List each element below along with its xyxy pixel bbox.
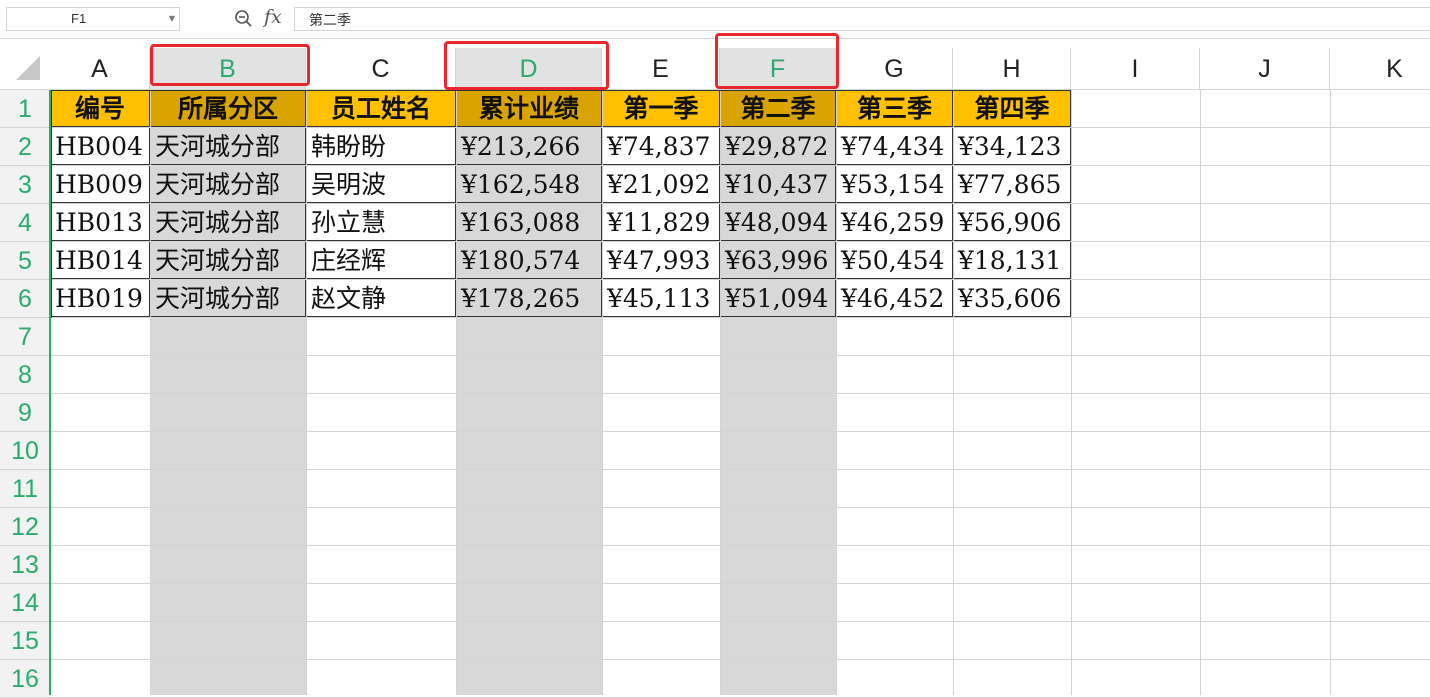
gridline-horizontal: [50, 583, 1430, 584]
header-cell[interactable]: 第三季: [837, 91, 953, 127]
gridline-horizontal: [50, 545, 1430, 546]
table-cell[interactable]: ¥163,088: [457, 204, 602, 241]
row-header-12[interactable]: 12: [0, 508, 50, 546]
table-cell[interactable]: HB004: [51, 128, 150, 165]
column-header-e[interactable]: E: [602, 48, 720, 90]
table-cell[interactable]: ¥48,094: [721, 204, 836, 241]
spreadsheet-grid: A B C D E F G H I J K 1 2 3 4 5 6 7 8 9 10 11 12 13 14 15 16 编号 所属分区…: [0, 0, 1430, 698]
gridline-horizontal: [50, 317, 1430, 318]
select-all-triangle-icon[interactable]: [16, 56, 40, 80]
gridline-horizontal: [50, 393, 1430, 394]
row-header-11[interactable]: 11: [0, 470, 50, 508]
row-header-2[interactable]: 2: [0, 128, 50, 166]
row-header-3[interactable]: 3: [0, 166, 50, 204]
header-cell[interactable]: 员工姓名: [307, 91, 456, 127]
header-cell[interactable]: 第一季: [603, 91, 720, 127]
table-cell[interactable]: ¥35,606: [954, 280, 1071, 317]
table-cell[interactable]: 天河城分部: [151, 204, 306, 241]
row-header-14[interactable]: 14: [0, 584, 50, 622]
table-cell[interactable]: ¥53,154: [837, 166, 953, 203]
row-header-6[interactable]: 6: [0, 280, 50, 318]
highlight-box-column-d: [444, 41, 609, 90]
table-cell[interactable]: HB014: [51, 242, 150, 279]
column-header-a[interactable]: A: [50, 48, 150, 90]
table-cell[interactable]: ¥162,548: [457, 166, 602, 203]
table-cell[interactable]: ¥46,452: [837, 280, 953, 317]
table-cell[interactable]: ¥178,265: [457, 280, 602, 317]
table-cell[interactable]: 庄经辉: [307, 242, 456, 279]
table-left-border: [51, 90, 52, 318]
table-cell[interactable]: 孙立慧: [307, 204, 456, 241]
table-cell[interactable]: ¥11,829: [603, 204, 720, 241]
row-header-4[interactable]: 4: [0, 204, 50, 242]
table-cell[interactable]: 天河城分部: [151, 166, 306, 203]
row-header-16[interactable]: 16: [0, 660, 50, 698]
header-cell[interactable]: 累计业绩: [457, 91, 602, 127]
header-cell[interactable]: 所属分区: [151, 91, 306, 127]
row-header-10[interactable]: 10: [0, 432, 50, 470]
column-header-c[interactable]: C: [306, 48, 456, 90]
table-cell[interactable]: ¥50,454: [837, 242, 953, 279]
column-header-j[interactable]: J: [1200, 48, 1330, 90]
table-cell[interactable]: 天河城分部: [151, 242, 306, 279]
table-cell[interactable]: 赵文静: [307, 280, 456, 317]
table-cell[interactable]: HB019: [51, 280, 150, 317]
table-cell[interactable]: ¥51,094: [721, 280, 836, 317]
table-cell[interactable]: ¥180,574: [457, 242, 602, 279]
gridline-horizontal: [50, 469, 1430, 470]
gridline-horizontal: [50, 621, 1430, 622]
table-cell[interactable]: 吴明波: [307, 166, 456, 203]
table-cell[interactable]: HB013: [51, 204, 150, 241]
gridline-horizontal: [50, 355, 1430, 356]
gridline-horizontal: [50, 431, 1430, 432]
table-cell[interactable]: ¥45,113: [603, 280, 720, 317]
row-header-15[interactable]: 15: [0, 622, 50, 660]
table-cell[interactable]: ¥74,837: [603, 128, 720, 165]
highlight-box-column-b: [150, 44, 310, 86]
highlight-box-column-f: [715, 33, 839, 89]
table-cell[interactable]: 天河城分部: [151, 128, 306, 165]
table-cell[interactable]: ¥46,259: [837, 204, 953, 241]
table-cell[interactable]: HB009: [51, 166, 150, 203]
table-cell[interactable]: 韩盼盼: [307, 128, 456, 165]
row-header-9[interactable]: 9: [0, 394, 50, 432]
column-header-g[interactable]: G: [836, 48, 953, 90]
header-cell[interactable]: 第四季: [954, 91, 1071, 127]
table-cell[interactable]: ¥29,872: [721, 128, 836, 165]
table-cell[interactable]: ¥21,092: [603, 166, 720, 203]
gridline-horizontal: [50, 507, 1430, 508]
table-cell[interactable]: ¥18,131: [954, 242, 1071, 279]
header-cell[interactable]: 编号: [51, 91, 150, 127]
table-cell[interactable]: ¥74,434: [837, 128, 953, 165]
table-cell[interactable]: ¥56,906: [954, 204, 1071, 241]
row-header-13[interactable]: 13: [0, 546, 50, 584]
row-header-7[interactable]: 7: [0, 318, 50, 356]
gridline-horizontal: [50, 659, 1430, 660]
table-cell[interactable]: ¥47,993: [603, 242, 720, 279]
row-header-1[interactable]: 1: [0, 90, 50, 128]
column-header-i[interactable]: I: [1071, 48, 1200, 90]
column-header-k[interactable]: K: [1330, 48, 1430, 90]
row-header-5[interactable]: 5: [0, 242, 50, 280]
table-cell[interactable]: ¥34,123: [954, 128, 1071, 165]
row-header-8[interactable]: 8: [0, 356, 50, 394]
table-cell[interactable]: ¥63,996: [721, 242, 836, 279]
table-top-border: [51, 90, 1071, 91]
column-header-h[interactable]: H: [953, 48, 1071, 90]
table-cell[interactable]: ¥10,437: [721, 166, 836, 203]
table-cell[interactable]: 天河城分部: [151, 280, 306, 317]
table-cell[interactable]: ¥77,865: [954, 166, 1071, 203]
table-cell[interactable]: ¥213,266: [457, 128, 602, 165]
header-cell[interactable]: 第二季: [721, 91, 836, 127]
